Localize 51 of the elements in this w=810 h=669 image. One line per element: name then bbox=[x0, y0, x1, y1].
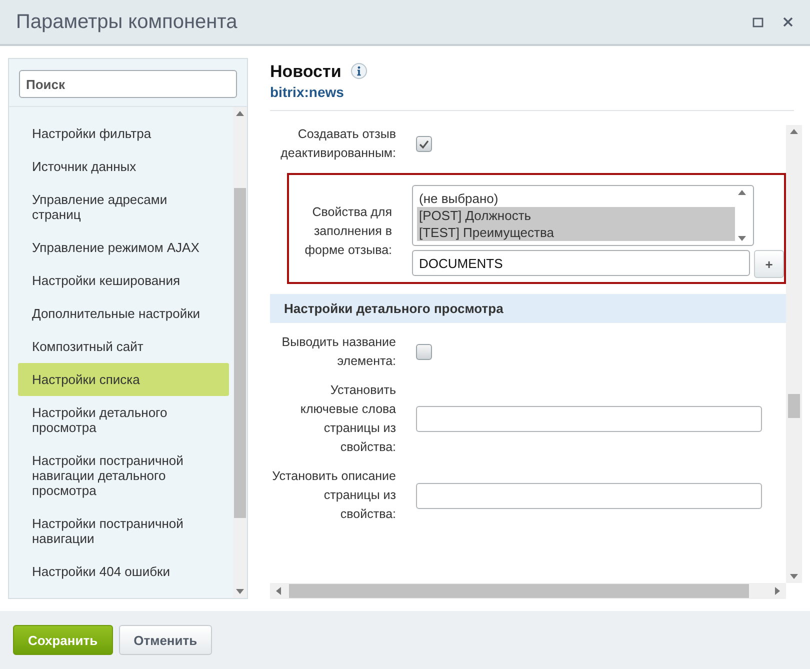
list-option[interactable]: [POST] Должность bbox=[417, 207, 735, 224]
sidebar-item[interactable]: Настройки 404 ошибки bbox=[18, 555, 229, 588]
horizontal-scrollbar[interactable] bbox=[270, 583, 786, 599]
scroll-down-icon[interactable] bbox=[236, 589, 244, 594]
sidebar-item[interactable]: Настройки фильтра bbox=[18, 117, 229, 150]
field-label: Создавать отзыв деактивированным: bbox=[280, 126, 396, 162]
section-header: Настройки детального просмотра bbox=[270, 294, 786, 323]
scroll-down-icon[interactable] bbox=[738, 236, 746, 241]
sidebar-item[interactable]: Композитный сайт bbox=[18, 330, 229, 363]
add-button[interactable]: + bbox=[754, 250, 784, 278]
field-label: Установить описание страницы из свойства: bbox=[271, 468, 396, 523]
sidebar-item[interactable]: Настройки постраничной навигации bbox=[18, 507, 229, 555]
close-icon[interactable] bbox=[782, 16, 794, 28]
scrollbar[interactable] bbox=[786, 125, 802, 583]
field-label: Установить ключевые слова страницы из свойства: bbox=[299, 382, 396, 456]
list-option[interactable]: [TEST] Преимущества bbox=[417, 224, 735, 241]
field-label: Выводить название элемента: bbox=[280, 334, 396, 370]
component-title: Новости bbox=[270, 62, 342, 81]
sidebar-item[interactable]: Управление режимом AJAX bbox=[18, 231, 229, 264]
input-field[interactable] bbox=[416, 406, 762, 432]
info-icon[interactable] bbox=[351, 63, 368, 79]
scroll-up-icon[interactable] bbox=[236, 111, 244, 116]
multiselect-list[interactable]: (не выбрано) [POST] Должность [TEST] Преимущества bbox=[412, 185, 754, 246]
component-code: bitrix:news bbox=[270, 84, 345, 100]
scroll-up-icon[interactable] bbox=[790, 129, 798, 134]
sidebar-item[interactable]: Настройки списка bbox=[18, 363, 229, 396]
checkbox[interactable] bbox=[416, 136, 432, 152]
input-field[interactable] bbox=[416, 482, 762, 508]
field-label: Свойства для заполнения в форме отзыва: bbox=[304, 204, 392, 259]
sidebar-item[interactable]: Настройки кеширования bbox=[18, 264, 229, 297]
sidebar-item[interactable]: Дополнительные настройки bbox=[18, 297, 229, 330]
checkmark-icon bbox=[419, 140, 429, 148]
list-option[interactable]: (не выбрано) bbox=[417, 190, 735, 207]
scroll-up-icon[interactable] bbox=[738, 190, 746, 195]
scrollbar[interactable] bbox=[233, 107, 247, 598]
sidebar-item[interactable]: Управление адресами страниц bbox=[18, 183, 229, 231]
sidebar-item[interactable]: Настройки детального просмотра bbox=[18, 396, 229, 444]
sidebar-item[interactable]: Настройки постраничной навигации детального просмотра bbox=[18, 444, 229, 507]
maximize-icon[interactable] bbox=[752, 16, 764, 28]
sidebar-item[interactable]: Источник данных bbox=[18, 150, 229, 183]
input-field[interactable]: DOCUMENTS bbox=[412, 250, 750, 276]
cancel-button[interactable]: Отменить bbox=[118, 625, 212, 655]
checkbox[interactable] bbox=[416, 344, 432, 360]
search-field[interactable]: Поиск bbox=[19, 70, 237, 98]
scroll-down-icon[interactable] bbox=[790, 574, 798, 579]
window-title: Параметры компонента bbox=[16, 10, 238, 34]
scroll-thumb[interactable] bbox=[289, 584, 749, 598]
scroll-thumb[interactable] bbox=[788, 394, 800, 418]
scroll-thumb[interactable] bbox=[234, 188, 246, 518]
scroll-right-icon[interactable] bbox=[775, 587, 780, 595]
scroll-left-icon[interactable] bbox=[276, 587, 281, 595]
